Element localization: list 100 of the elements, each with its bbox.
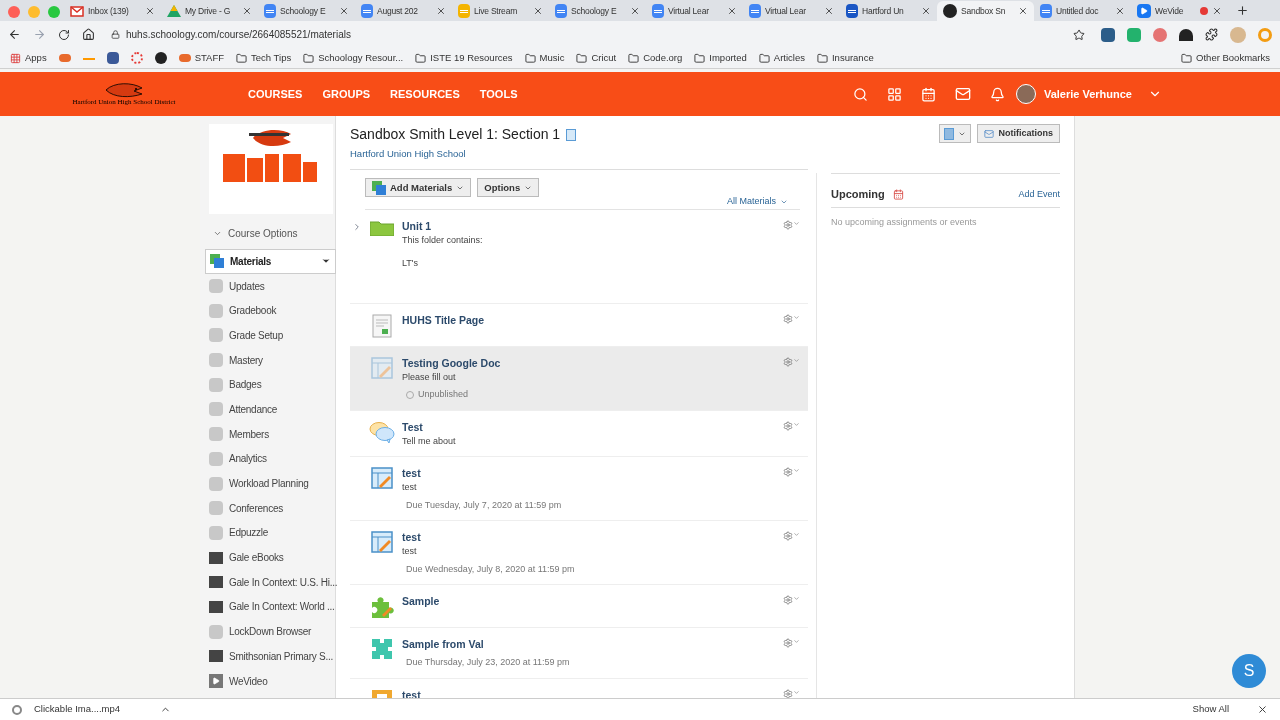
filter-dropdown[interactable]: All Materials	[727, 195, 788, 209]
material-title[interactable]: HUHS Title Page	[402, 311, 775, 328]
mail-icon[interactable]	[954, 86, 971, 102]
close-icon[interactable]	[533, 6, 543, 16]
close-icon[interactable]	[630, 6, 640, 16]
site-icon[interactable]	[154, 52, 167, 64]
material-title[interactable]: Unit 1	[402, 217, 775, 234]
new-tab-icon[interactable]	[1236, 4, 1249, 17]
gear-icon	[783, 219, 793, 230]
close-icon[interactable]	[921, 6, 931, 16]
bird-icon[interactable]	[58, 54, 71, 62]
bookmark[interactable]: Code.org	[628, 50, 683, 66]
sidebar-item[interactable]: Members	[205, 421, 335, 447]
sidebar-item[interactable]: LockDown Browser	[205, 619, 335, 644]
bookmark[interactable]: ISTE 19 Resources	[415, 50, 513, 66]
bookmark[interactable]: Articles	[758, 50, 805, 66]
notifications-button[interactable]: Notifications	[977, 124, 1060, 143]
bell-icon[interactable]	[989, 86, 1005, 102]
close-window-icon[interactable]	[8, 6, 20, 18]
sidebar-item[interactable]: Gradebook	[205, 298, 335, 324]
bookmark[interactable]: Schoology Resour...	[303, 50, 404, 66]
close-icon[interactable]	[1018, 6, 1028, 16]
help-button[interactable]: S	[1232, 654, 1266, 688]
gear-menu[interactable]	[783, 686, 800, 698]
close-icon[interactable]	[1212, 6, 1222, 16]
sidebar-item[interactable]: Attendance	[205, 397, 335, 422]
browser-tab[interactable]: August 202	[355, 1, 452, 21]
close-icon[interactable]	[145, 6, 155, 16]
forward-icon[interactable]	[33, 28, 46, 41]
add-event-link[interactable]: Add Event	[1018, 187, 1060, 201]
course-options[interactable]: Course Options	[213, 226, 335, 241]
sidebar-item[interactable]: Mastery	[205, 347, 335, 373]
browser-tab[interactable]: Hartford Un	[840, 1, 937, 21]
close-icon[interactable]	[242, 6, 252, 16]
school-link[interactable]: Hartford Union High School	[350, 147, 808, 162]
sidebar-item[interactable]: Edpuzzle	[205, 520, 335, 546]
download-item[interactable]: Clickable Ima....mp4	[34, 702, 121, 717]
browser-tab[interactable]: WeVide	[1131, 1, 1228, 21]
sidebar-item[interactable]: Gale eBooks	[205, 545, 335, 570]
update-icon[interactable]	[1258, 27, 1272, 42]
sidebar-item[interactable]: Materials	[205, 249, 336, 274]
bookmark-star-icon[interactable]	[1073, 28, 1085, 41]
bookmark[interactable]: Cricut	[576, 50, 617, 66]
material-title[interactable]: test	[402, 465, 775, 482]
bookmark[interactable]: Imported	[694, 50, 747, 66]
browser-tab[interactable]: Virtual Lear	[743, 1, 840, 21]
sidebar-item[interactable]: WeVideo	[205, 668, 335, 694]
expand-icon[interactable]	[352, 221, 362, 232]
close-icon[interactable]	[436, 6, 446, 16]
sidebar-item[interactable]: Workload Planning	[205, 471, 335, 496]
calendar-icon[interactable]	[920, 86, 936, 102]
browser-tab[interactable]: Live Stream	[452, 1, 549, 21]
close-icon[interactable]	[1115, 6, 1125, 16]
sidebar-item[interactable]: Gale In Context: World ...	[205, 594, 335, 620]
material-row[interactable]: Testing Google Doc Please fill out Unpublished	[350, 346, 808, 411]
close-icon[interactable]	[339, 6, 349, 16]
bookmark[interactable]: Tech Tips	[236, 50, 292, 66]
browser-tab[interactable]: Sandbox Sn	[937, 1, 1034, 21]
material-title[interactable]: Sample	[402, 593, 775, 610]
material-title[interactable]: test	[402, 686, 775, 698]
close-icon[interactable]	[727, 6, 737, 16]
social-icon[interactable]	[106, 52, 119, 64]
extension-icon[interactable]	[1101, 27, 1115, 42]
close-icon[interactable]	[824, 6, 834, 16]
back-icon[interactable]	[8, 28, 21, 41]
browser-tab[interactable]: My Drive - G	[161, 1, 258, 21]
reload-icon[interactable]	[58, 28, 70, 41]
bookmark[interactable]: Music	[524, 50, 565, 66]
sidebar-item[interactable]: Grade Setup	[205, 323, 335, 348]
toolbar-button[interactable]: Add Materials	[365, 178, 472, 198]
browser-tab[interactable]: Untitled doc	[1034, 1, 1131, 21]
material-title[interactable]: Sample from Val	[402, 636, 775, 653]
extensions-icon[interactable]	[1205, 28, 1218, 41]
sidebar-item[interactable]: Smithsonian Primary S...	[205, 644, 335, 669]
sidebar-item[interactable]: Conferences	[205, 495, 335, 521]
browser-tab[interactable]: Inbox (139)	[64, 1, 161, 21]
close-icon[interactable]	[1257, 704, 1268, 715]
folder-icon	[694, 52, 706, 64]
extension-icon[interactable]	[1179, 28, 1193, 41]
toolbar-button[interactable]: Options	[477, 178, 540, 198]
bookmark[interactable]: Apps	[10, 50, 47, 66]
show-all-button[interactable]: Show All	[1184, 702, 1237, 717]
home-icon[interactable]	[82, 28, 95, 41]
sidebar-item[interactable]: Gale In Context: U.S. Hi...	[205, 569, 335, 595]
grid-icon[interactable]	[886, 86, 902, 102]
sidebar-item[interactable]: Updates	[205, 273, 335, 299]
ring-icon[interactable]	[130, 52, 143, 64]
view-toggle-button[interactable]	[939, 124, 972, 143]
bookmark[interactable]: Other Bookmarks	[1181, 50, 1270, 66]
browser-tab[interactable]: Schoology E	[549, 1, 646, 21]
material-title[interactable]: Testing Google Doc	[402, 354, 775, 371]
sidebar-item[interactable]: Analytics	[205, 446, 335, 472]
material-title[interactable]: test	[402, 529, 775, 546]
bookmark[interactable]: Insurance	[816, 50, 874, 66]
material-title[interactable]: Test	[402, 418, 775, 435]
bookmark[interactable]: STAFF	[178, 50, 225, 66]
browser-tab[interactable]: Virtual Lear	[646, 1, 743, 21]
sidebar-item[interactable]: Badges	[205, 372, 335, 398]
browser-tab[interactable]: Schoology E	[258, 1, 355, 21]
search-icon[interactable]	[852, 86, 868, 102]
